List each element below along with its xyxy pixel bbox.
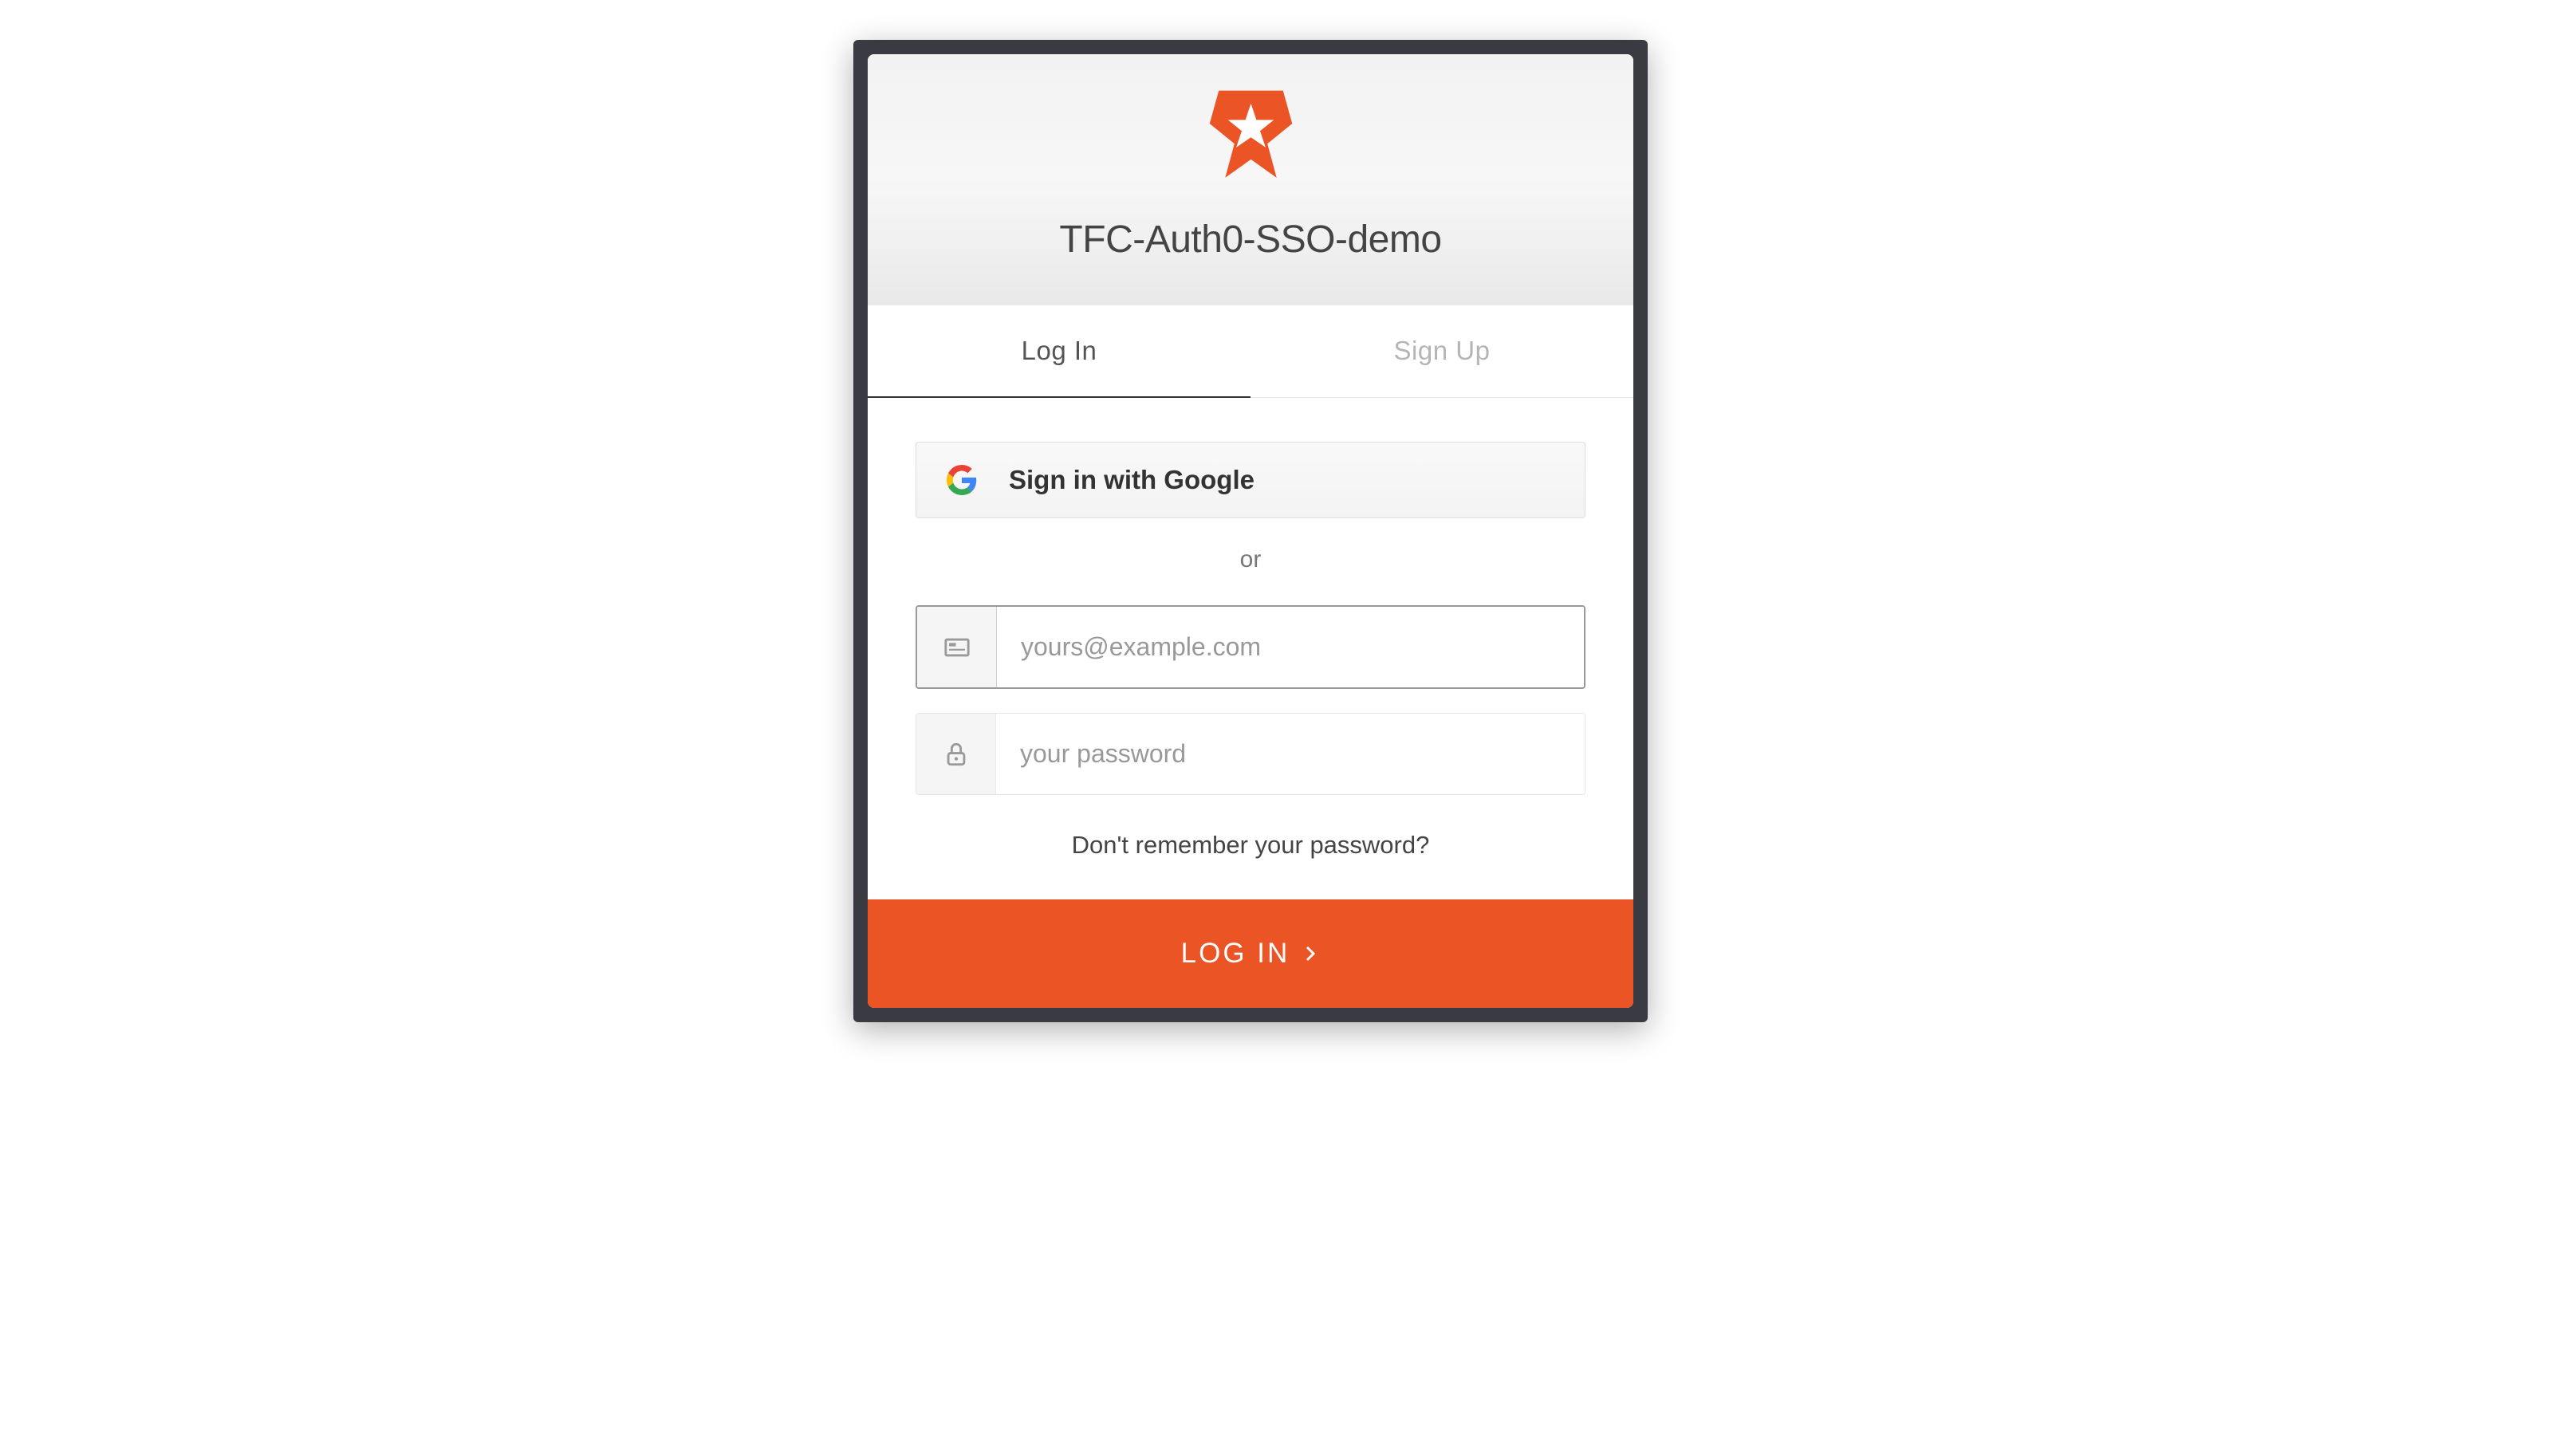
chevron-right-icon <box>1301 944 1320 963</box>
login-submit-button[interactable]: LOG IN <box>868 899 1633 1008</box>
login-submit-label: LOG IN <box>1181 938 1290 970</box>
login-card: TFC-Auth0-SSO-demo Log In Sign Up Sign i… <box>868 54 1633 1008</box>
email-icon <box>917 607 997 687</box>
google-signin-button[interactable]: Sign in with Google <box>916 442 1585 518</box>
login-modal-backdrop: TFC-Auth0-SSO-demo Log In Sign Up Sign i… <box>853 40 1648 1022</box>
forgot-password-link[interactable]: Don't remember your password? <box>916 831 1585 860</box>
tab-login[interactable]: Log In <box>868 305 1251 398</box>
password-input-group <box>916 713 1585 795</box>
tab-signup[interactable]: Sign Up <box>1251 305 1633 397</box>
auth0-logo-icon <box>900 90 1601 194</box>
google-signin-label: Sign in with Google <box>1009 465 1255 495</box>
google-icon <box>947 465 977 495</box>
login-header: TFC-Auth0-SSO-demo <box>868 54 1633 305</box>
app-title: TFC-Auth0-SSO-demo <box>900 218 1601 262</box>
lock-icon <box>916 714 996 794</box>
auth-tabs: Log In Sign Up <box>868 305 1633 398</box>
separator-text: or <box>916 546 1585 573</box>
email-field[interactable] <box>997 607 1584 687</box>
password-field[interactable] <box>996 714 1585 794</box>
login-content: Sign in with Google or <box>868 398 1633 899</box>
email-input-group <box>916 605 1585 689</box>
